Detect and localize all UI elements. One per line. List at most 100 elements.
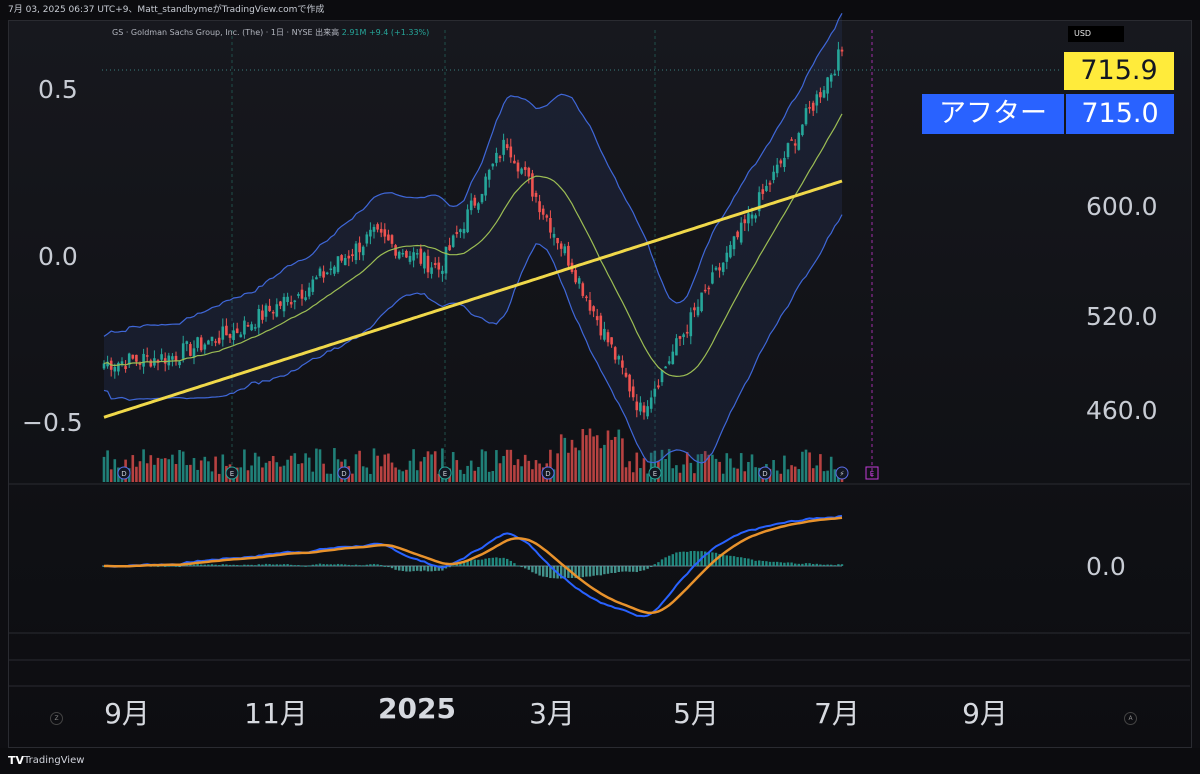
volume-bar bbox=[682, 464, 685, 482]
volume-bar bbox=[635, 452, 639, 482]
auto-scale-button[interactable]: A bbox=[1124, 712, 1137, 725]
volume-bar bbox=[811, 468, 815, 482]
macd-histogram-bar bbox=[387, 566, 390, 568]
macd-histogram-bar bbox=[599, 566, 602, 576]
candle-body bbox=[318, 268, 322, 276]
volume-bar bbox=[185, 465, 189, 482]
candle-body bbox=[509, 146, 513, 158]
macd-histogram-bar bbox=[581, 566, 584, 578]
candle-body bbox=[329, 268, 333, 271]
candle-body bbox=[390, 235, 394, 244]
candle-body bbox=[433, 263, 437, 265]
volume-bar bbox=[412, 449, 415, 482]
volume-bar bbox=[383, 454, 387, 482]
macd-histogram-bar bbox=[617, 566, 620, 572]
volume-bar bbox=[268, 461, 271, 482]
volume-bar bbox=[239, 467, 243, 482]
macd-histogram-bar bbox=[606, 566, 610, 574]
volume-bar bbox=[451, 452, 455, 482]
candle-body bbox=[171, 356, 174, 360]
volume-bar bbox=[469, 460, 473, 482]
candle-body bbox=[369, 229, 372, 237]
volume-bar bbox=[163, 458, 167, 482]
candle-body bbox=[743, 219, 747, 224]
candle-body bbox=[217, 337, 221, 344]
macd-histogram-bar bbox=[819, 564, 822, 566]
macd-histogram-bar bbox=[174, 565, 178, 567]
volume-bar bbox=[171, 454, 174, 482]
currency-label[interactable]: USD bbox=[1068, 26, 1124, 42]
candle-body bbox=[120, 361, 124, 364]
macd-histogram-bar bbox=[491, 557, 494, 566]
volume-bar bbox=[671, 468, 675, 482]
candle-body bbox=[505, 144, 509, 149]
candle-body bbox=[210, 336, 214, 341]
macd-histogram-bar bbox=[362, 565, 365, 567]
volume-bar bbox=[131, 455, 135, 482]
after-hours-label: アフター bbox=[922, 94, 1064, 134]
macd-histogram-bar bbox=[826, 564, 829, 566]
volume-bar bbox=[484, 451, 487, 482]
volume-bar bbox=[624, 467, 628, 482]
legend-volume: 2.91M +9.4 (+1.33%) bbox=[341, 28, 430, 37]
candle-body bbox=[250, 324, 253, 331]
volume-bar bbox=[639, 468, 642, 482]
candle-body bbox=[574, 270, 577, 283]
macd-histogram-bar bbox=[340, 564, 343, 566]
volume-bars bbox=[102, 428, 844, 482]
candle-body bbox=[797, 133, 801, 150]
volume-bar bbox=[729, 458, 732, 482]
macd-histogram-bar bbox=[419, 566, 422, 572]
volume-bar bbox=[556, 453, 559, 482]
macd-histogram-bar bbox=[336, 563, 340, 566]
macd-histogram-bar bbox=[732, 556, 736, 566]
candle-body bbox=[577, 278, 581, 284]
volume-bar bbox=[153, 464, 156, 482]
macd-histogram-bar bbox=[509, 560, 512, 566]
macd-histogram-bar bbox=[660, 559, 664, 566]
candle-body bbox=[747, 213, 750, 224]
volume-bar bbox=[718, 461, 721, 482]
macd-histogram-bar bbox=[837, 564, 840, 566]
candle-body bbox=[790, 139, 793, 141]
macd-histogram-bar bbox=[596, 566, 599, 576]
volume-bar bbox=[106, 450, 109, 482]
candle-body bbox=[228, 334, 232, 338]
candle-body bbox=[423, 252, 426, 269]
macd-histogram-bar bbox=[628, 566, 631, 572]
candle-body bbox=[167, 355, 171, 366]
macd-histogram-bar bbox=[473, 559, 476, 566]
candle-body bbox=[556, 237, 559, 244]
candle-body bbox=[113, 367, 117, 372]
volume-bar bbox=[430, 454, 433, 482]
candle-body bbox=[354, 243, 358, 261]
macd-histogram-bar bbox=[531, 566, 534, 573]
macd-histogram-bar bbox=[203, 564, 206, 566]
volume-bar bbox=[621, 438, 624, 482]
macd-histogram-bar bbox=[344, 564, 347, 566]
volume-bar bbox=[408, 460, 412, 482]
volume-bar bbox=[815, 465, 819, 482]
candle-body bbox=[599, 315, 603, 336]
zoom-button[interactable]: Z bbox=[50, 712, 63, 725]
volume-bar bbox=[351, 473, 354, 482]
candle-body bbox=[282, 296, 286, 312]
candle-body bbox=[347, 255, 351, 259]
volume-bar bbox=[433, 451, 437, 482]
candle-body bbox=[689, 312, 693, 337]
macd-histogram-bar bbox=[372, 563, 376, 566]
volume-bar bbox=[455, 460, 459, 482]
candle-body bbox=[102, 363, 106, 369]
macd-histogram-bar bbox=[786, 562, 790, 566]
macd-histogram-bar bbox=[279, 564, 282, 566]
bollinger-fill bbox=[104, 13, 842, 464]
volume-bar bbox=[527, 460, 531, 482]
volume-bar bbox=[113, 459, 117, 482]
volume-bar bbox=[261, 467, 264, 482]
macd-y-tick-label: 0.0 bbox=[1086, 552, 1126, 581]
candle-body bbox=[462, 228, 466, 234]
volume-bar bbox=[419, 461, 423, 482]
volume-bar bbox=[689, 462, 693, 482]
candle-body bbox=[196, 337, 199, 348]
volume-bar bbox=[415, 470, 419, 482]
